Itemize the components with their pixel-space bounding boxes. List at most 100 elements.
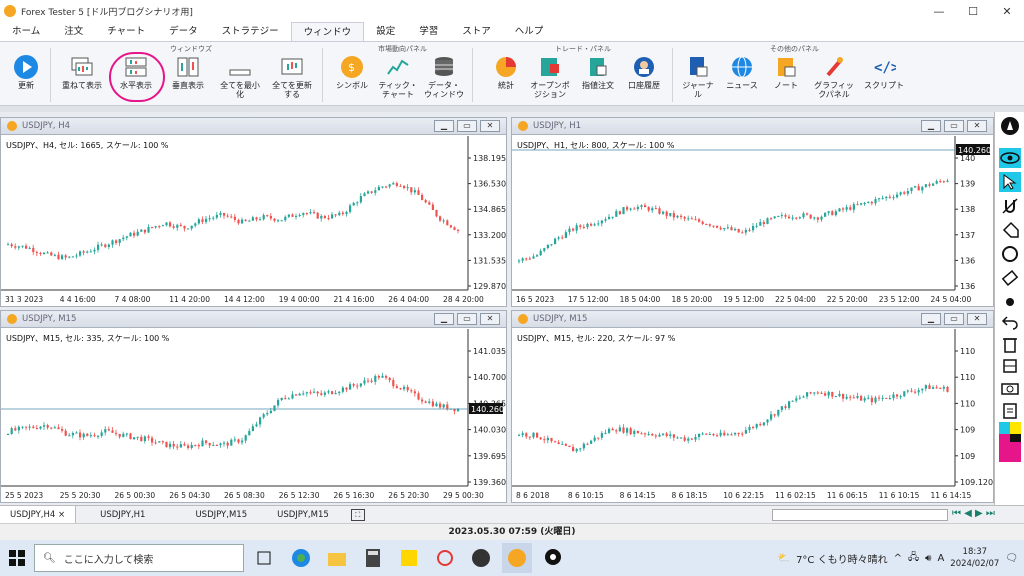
- edge-browser-icon[interactable]: [286, 543, 316, 573]
- candlestick-chart[interactable]: 138.195 136.530 134.865 133.200 131.535 129.8…: [1, 136, 506, 306]
- chart-tab-h1[interactable]: USDJPY,H1: [90, 506, 155, 524]
- chart-close-button[interactable]: ✕: [967, 313, 987, 325]
- chart-minimize-button[interactable]: ▁: [921, 120, 941, 132]
- candlestick-chart[interactable]: 140 139 138 137 136 136 16 5 2023 17 5 12:00 18 …: [512, 136, 993, 306]
- scroll-nav[interactable]: ⏮ ◀ ▶ ⏭: [952, 508, 995, 519]
- menu-tab-strategy[interactable]: ストラテジー: [210, 22, 291, 41]
- menu-tab-learning[interactable]: 学習: [407, 22, 450, 41]
- candle-body: [64, 255, 67, 258]
- tick-chart-button[interactable]: ティック・ チャート: [372, 55, 424, 99]
- chart-body[interactable]: 138.195 136.530 134.865 133.200 131.535 129.8…: [1, 136, 506, 306]
- media-app-icon[interactable]: [466, 543, 496, 573]
- note-button[interactable]: ノート: [760, 55, 812, 90]
- cascade-button[interactable]: 重ねて表示: [56, 55, 108, 90]
- calculator-icon[interactable]: [358, 543, 388, 573]
- candle-body: [885, 196, 888, 199]
- chart-window-m15-b[interactable]: USDJPY, M15 ▁ ▭ ✕ 110 110 110 109 109 109.120 8 …: [511, 310, 994, 503]
- update-button[interactable]: 更新: [0, 55, 52, 90]
- trash-icon[interactable]: [999, 334, 1021, 354]
- file-explorer-icon[interactable]: [322, 543, 352, 573]
- data-window-button[interactable]: データ・ ウィンドウ: [418, 55, 470, 99]
- candlestick-chart[interactable]: 110 110 110 109 109 109.120 8 6 2018 8 6 10:15 8…: [512, 329, 993, 502]
- menu-tab-window[interactable]: ウィンドウ: [290, 22, 365, 41]
- chart-tab-m15-b[interactable]: USDJPY,M15: [267, 506, 339, 524]
- weather-text[interactable]: 7°C くもり時々晴れ: [796, 551, 888, 566]
- chart-close-button[interactable]: ✕: [967, 120, 987, 132]
- chart-body[interactable]: 110 110 110 109 109 109.120 8 6 2018 8 6 10:15 8…: [512, 329, 993, 502]
- vertical-tile-button[interactable]: 垂直表示: [162, 55, 214, 90]
- chart-body[interactable]: 141.035140.700140.365140.030139.695139.3…: [1, 329, 506, 502]
- candle-body: [608, 216, 611, 220]
- windows-start-icon[interactable]: [0, 540, 34, 576]
- menu-tab-store[interactable]: ストア: [450, 22, 503, 41]
- minimize-all-button[interactable]: 全てを最小 化: [214, 55, 266, 99]
- chart-tab-m15-a[interactable]: USDJPY,M15: [185, 506, 257, 524]
- chart-window-m15-a[interactable]: USDJPY, M15 ▁▭✕ 141.035140.700140.365140…: [0, 310, 507, 503]
- x-tick-label: 11 6 14:15: [931, 491, 972, 500]
- tray-chevron-icon[interactable]: ^: [894, 553, 902, 564]
- script-button[interactable]: </> スクリプト: [858, 55, 910, 90]
- dot-icon[interactable]: [999, 292, 1021, 312]
- pen-icon[interactable]: [999, 116, 1021, 136]
- sticky-notes-icon[interactable]: [394, 543, 424, 573]
- maximize-button[interactable]: ☐: [956, 0, 990, 22]
- account-history-button[interactable]: 口座履歴: [618, 55, 670, 90]
- menu-tab-chart[interactable]: チャート: [95, 22, 157, 41]
- screen-icon[interactable]: [999, 356, 1021, 376]
- eraser-icon[interactable]: [999, 268, 1021, 288]
- menu-tab-home[interactable]: ホーム: [0, 22, 52, 41]
- ime-indicator[interactable]: A: [937, 553, 944, 564]
- undo-icon[interactable]: [999, 312, 1021, 332]
- network-icon[interactable]: 🖧︎: [908, 550, 919, 567]
- candle-body: [698, 433, 701, 437]
- chart-minimize-button[interactable]: ▁: [921, 313, 941, 325]
- refresh-all-button[interactable]: 全てを更新 する: [266, 55, 318, 99]
- location-pin-icon[interactable]: [538, 543, 568, 573]
- clock[interactable]: 18:37 2024/02/07: [950, 546, 999, 570]
- chart-minimize-button[interactable]: ▁: [434, 313, 454, 325]
- volume-icon[interactable]: 🔊︎: [925, 553, 931, 564]
- color-palette[interactable]: [999, 422, 1021, 462]
- chart-maximize-button[interactable]: ▭: [457, 313, 477, 325]
- taskbar-search[interactable]: 🔍︎ ここに入力して検索: [34, 544, 244, 572]
- tag-icon[interactable]: [999, 220, 1021, 240]
- fullscreen-icon[interactable]: ⛶: [350, 508, 365, 521]
- menu-tab-settings[interactable]: 設定: [364, 22, 407, 41]
- camera-icon[interactable]: [999, 378, 1021, 398]
- open-positions-button[interactable]: オープンポ ジション: [524, 55, 576, 99]
- symbol-button[interactable]: $ シンボル: [326, 55, 378, 90]
- chart-maximize-button[interactable]: ▭: [944, 313, 964, 325]
- eye-icon[interactable]: [999, 148, 1021, 168]
- candle-body: [39, 253, 42, 255]
- candlestick-chart[interactable]: 141.035140.700140.365140.030139.695139.3…: [1, 329, 506, 502]
- close-button[interactable]: ✕: [990, 0, 1024, 22]
- minimize-button[interactable]: —: [922, 0, 956, 22]
- chart-minimize-button[interactable]: ▁: [434, 120, 454, 132]
- magnet-off-icon[interactable]: [999, 196, 1021, 216]
- tab-close-icon[interactable]: ×: [58, 510, 65, 520]
- clipboard-icon[interactable]: [999, 400, 1021, 420]
- chart-window-h1[interactable]: USDJPY, H1 ▁ ▭ ✕ 140 139 138 137 136 136 16 5 20…: [511, 117, 994, 307]
- candle-body: [712, 434, 715, 436]
- forex-tester-taskbar-icon[interactable]: [502, 543, 532, 573]
- chart-close-button[interactable]: ✕: [480, 120, 500, 132]
- chart-window-h4[interactable]: USDJPY, H4 ▁ ▭ ✕ 138.195 136.530 134.865 133.…: [0, 117, 507, 307]
- chart-maximize-button[interactable]: ▭: [944, 120, 964, 132]
- chart-body[interactable]: 140 139 138 137 136 136 16 5 2023 17 5 12:00 18 …: [512, 136, 993, 306]
- candle-body: [827, 391, 830, 396]
- menu-tab-data[interactable]: データ: [157, 22, 210, 41]
- notification-icon[interactable]: 🗨︎: [1005, 553, 1018, 564]
- chart-maximize-button[interactable]: ▭: [457, 120, 477, 132]
- snipping-tool-icon[interactable]: [430, 543, 460, 573]
- menu-tab-order[interactable]: 注文: [52, 22, 95, 41]
- chart-tab-h4[interactable]: USDJPY,H4 ×: [0, 505, 77, 524]
- graphic-panel-button[interactable]: グラフィッ クパネル: [808, 55, 860, 99]
- tab-scrollbar[interactable]: [772, 509, 948, 521]
- task-view-icon[interactable]: [250, 543, 280, 573]
- candle-body: [863, 398, 866, 401]
- chart-close-button[interactable]: ✕: [480, 313, 500, 325]
- pending-orders-button[interactable]: 指値注文: [572, 55, 624, 90]
- circle-tool-icon[interactable]: [999, 244, 1021, 264]
- menu-tab-help[interactable]: ヘルプ: [503, 22, 556, 41]
- cursor-icon[interactable]: [999, 172, 1021, 192]
